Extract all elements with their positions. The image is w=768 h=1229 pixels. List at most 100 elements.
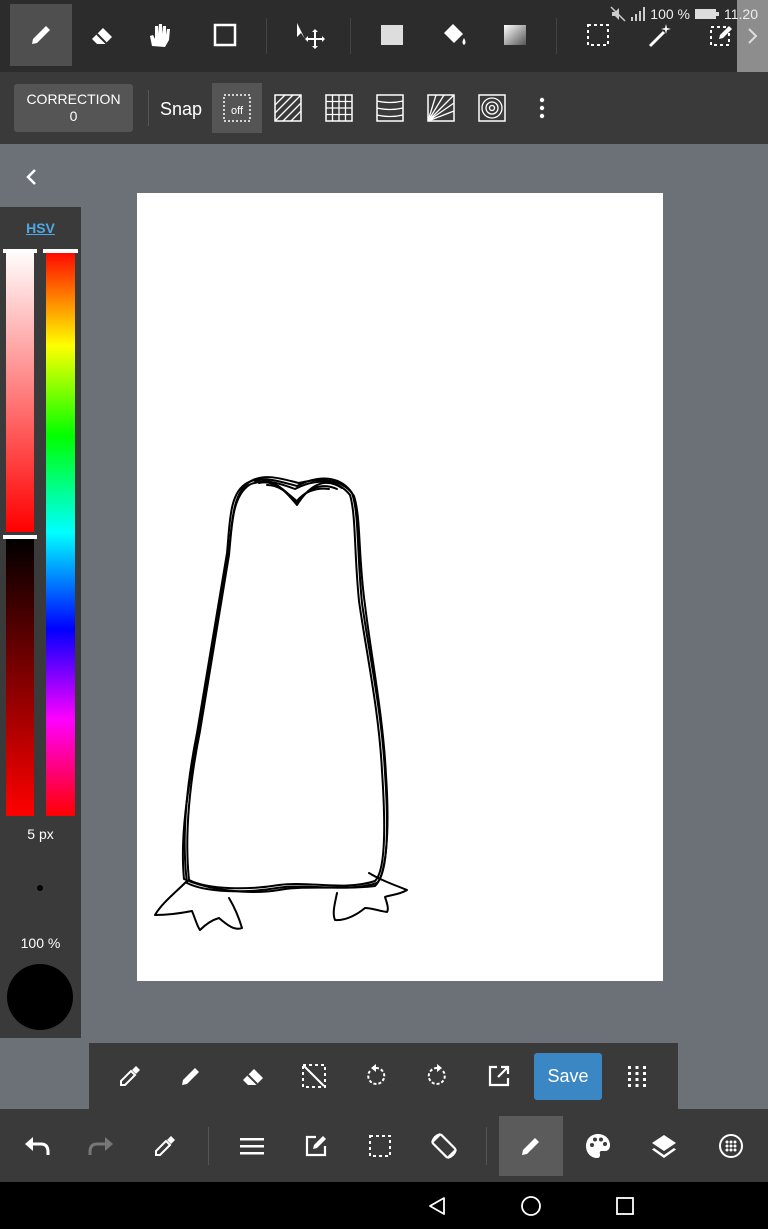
select-rect-icon: [369, 1135, 391, 1157]
snap-curve-icon: [376, 94, 404, 122]
rotate-screen-button[interactable]: [412, 1116, 476, 1176]
grid-dots-icon: [628, 1066, 646, 1087]
layers-icon: [652, 1135, 676, 1158]
snap-parallel-icon: [274, 94, 302, 122]
rotate-right-button[interactable]: [415, 1054, 459, 1098]
screen-rotation-icon: [431, 1133, 457, 1159]
more-vert-icon: [539, 97, 545, 119]
fill-rect-icon: [381, 25, 403, 45]
open-external-icon: [488, 1065, 510, 1087]
palette-button[interactable]: [566, 1116, 630, 1176]
nav-back-button[interactable]: [423, 1192, 451, 1220]
value-slider[interactable]: [6, 538, 34, 816]
chevron-left-icon: [26, 169, 36, 185]
snap-circle-icon: [478, 94, 506, 122]
snap-radial-button[interactable]: [416, 83, 466, 133]
home-circle-icon: [521, 1196, 541, 1216]
snap-off-icon: off: [223, 94, 251, 122]
redo-button[interactable]: [69, 1116, 133, 1176]
color-mode-link[interactable]: HSV: [0, 220, 81, 236]
battery-percent: 100 %: [650, 6, 690, 22]
correction-label: CORRECTION: [26, 91, 121, 107]
color-picker-button[interactable]: [133, 1116, 197, 1176]
select-rect-icon: [587, 24, 609, 46]
move-icon: [297, 23, 325, 49]
snap-bar: CORRECTION 0 Snap off: [0, 72, 768, 144]
select-pen-icon: [710, 26, 732, 46]
menu-button[interactable]: [220, 1116, 284, 1176]
collapse-panel-button[interactable]: [16, 162, 46, 192]
gradient-icon: [504, 25, 526, 45]
brush-tool-button[interactable]: [10, 4, 72, 66]
brush-button[interactable]: [499, 1116, 563, 1176]
chevron-right-icon: [747, 28, 757, 44]
deselect-button[interactable]: [292, 1054, 336, 1098]
mute-icon: [610, 6, 626, 22]
recents-square-icon: [616, 1197, 634, 1215]
globe-grid-icon: [719, 1134, 743, 1158]
gradient-tool-button[interactable]: [484, 4, 546, 66]
save-button[interactable]: Save: [534, 1053, 602, 1100]
deselect-icon: [302, 1064, 326, 1088]
hue-slider[interactable]: [46, 249, 75, 816]
value-handle[interactable]: [3, 535, 37, 539]
nav-recents-button[interactable]: [611, 1192, 639, 1220]
export-button[interactable]: [477, 1054, 521, 1098]
move-tool-button[interactable]: [278, 4, 340, 66]
snap-curve-button[interactable]: [365, 83, 415, 133]
pen-icon: [182, 1068, 199, 1085]
bucket-icon: [444, 24, 466, 45]
hamburger-menu-icon: [240, 1138, 264, 1155]
snap-label: Snap: [160, 99, 203, 119]
top-toolbar: 100 % 11.20: [0, 0, 768, 72]
erase-button[interactable]: [231, 1054, 275, 1098]
palette-icon: [586, 1134, 610, 1158]
current-color-swatch[interactable]: [7, 964, 73, 1030]
opacity-label[interactable]: 100 %: [0, 935, 81, 951]
snap-off-label: off: [231, 105, 244, 117]
snap-grid-button[interactable]: [314, 83, 364, 133]
back-triangle-icon: [429, 1197, 445, 1215]
main-bottom-bar: [0, 1109, 768, 1182]
rotate-right-icon: [427, 1064, 446, 1085]
eyedropper-icon: [120, 1066, 140, 1086]
saturation-handle[interactable]: [3, 249, 37, 253]
snap-more-button[interactable]: [527, 83, 557, 133]
snap-circle-button[interactable]: [467, 83, 517, 133]
pen-button[interactable]: [169, 1054, 213, 1098]
redo-icon: [88, 1137, 113, 1155]
undo-button[interactable]: [5, 1116, 69, 1176]
more-tools-button[interactable]: [615, 1054, 659, 1098]
edit-button[interactable]: [284, 1116, 348, 1176]
hand-tool-button[interactable]: [128, 4, 190, 66]
brush-icon: [522, 1138, 539, 1155]
eyedropper-icon: [155, 1136, 175, 1156]
undo-icon: [25, 1137, 50, 1155]
snap-radial-icon: [427, 94, 455, 122]
nav-home-button[interactable]: [517, 1192, 545, 1220]
correction-button[interactable]: CORRECTION 0: [14, 84, 133, 132]
snap-off-button[interactable]: off: [212, 83, 262, 133]
hand-icon: [150, 24, 170, 47]
eraser-icon: [92, 28, 112, 44]
selection-button[interactable]: [348, 1116, 412, 1176]
layers-button[interactable]: [632, 1116, 696, 1176]
eyedropper-button[interactable]: [108, 1054, 152, 1098]
clock: 11.20: [724, 6, 758, 22]
eraser-tool-button[interactable]: [71, 4, 133, 66]
settings-button[interactable]: [699, 1116, 763, 1176]
brush-size-label[interactable]: 5 px: [0, 826, 81, 842]
rectangle-icon: [213, 23, 237, 47]
rectangle-tool-button[interactable]: [194, 4, 256, 66]
drawing-canvas[interactable]: [137, 193, 663, 981]
edit-square-icon: [305, 1135, 327, 1157]
quick-tool-bar: Save: [89, 1043, 678, 1109]
saturation-slider[interactable]: [6, 249, 34, 532]
brush-icon: [32, 26, 50, 44]
magic-wand-icon: [648, 24, 671, 48]
fill-rect-tool-button[interactable]: [361, 4, 423, 66]
bucket-tool-button[interactable]: [423, 4, 485, 66]
hue-handle[interactable]: [43, 249, 78, 253]
rotate-left-button[interactable]: [354, 1054, 398, 1098]
snap-parallel-button[interactable]: [263, 83, 313, 133]
